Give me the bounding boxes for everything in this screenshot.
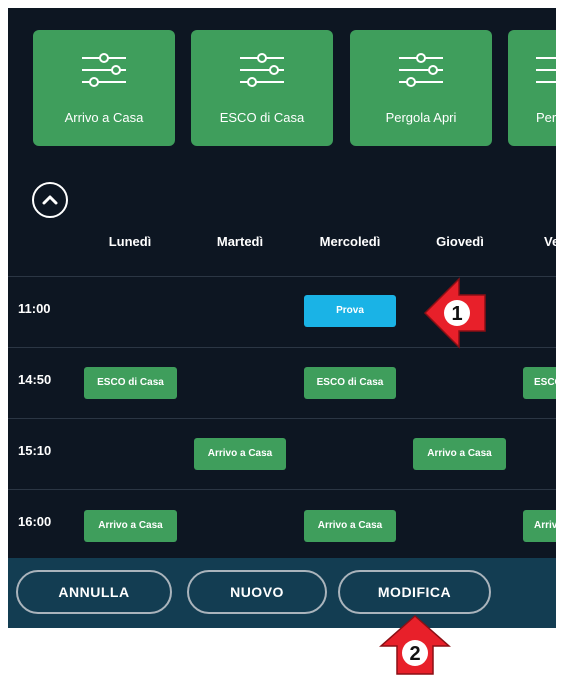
day-header: Martedì	[216, 234, 264, 249]
event-chip[interactable]: Arrivo a Casa	[413, 438, 506, 470]
event-chip[interactable]: Arrivo a Casa	[304, 510, 396, 542]
day-header: Ve	[544, 234, 556, 249]
event-chip[interactable]: Prova	[304, 295, 396, 327]
event-chip[interactable]: ESCO di Casa	[84, 367, 177, 399]
event-chip[interactable]: ESCO di Casa	[304, 367, 396, 399]
event-chip[interactable]: Arrivo a Casa	[194, 438, 286, 470]
collapse-button[interactable]	[32, 182, 68, 218]
scene-tiles: Arrivo a Casa ESCO di Casa Pergola Apri …	[8, 8, 556, 168]
event-chip[interactable]: Arrivo	[523, 510, 556, 542]
sliders-icon	[240, 53, 284, 87]
callout-arrow-2: 2	[379, 614, 451, 675]
day-header: Mercoledì	[319, 234, 381, 249]
scene-tile-label: Arrivo a Casa	[64, 110, 144, 125]
scene-tile-label: Perg	[536, 110, 556, 125]
scene-tile-esco-di-casa[interactable]: ESCO di Casa	[191, 30, 333, 146]
day-header: Lunedì	[108, 234, 152, 249]
scene-tile-label: Pergola Apri	[385, 110, 457, 125]
scene-tile-label: ESCO di Casa	[219, 110, 305, 125]
scene-tile-arrivo-a-casa[interactable]: Arrivo a Casa	[33, 30, 175, 146]
action-bar: ANNULLA NUOVO MODIFICA	[8, 558, 556, 628]
sliders-icon	[399, 53, 443, 87]
sliders-icon	[536, 57, 556, 83]
weekday-header: Lunedì Martedì Mercoledì Giovedì Ve	[8, 234, 556, 254]
scene-tile-pergola-partial[interactable]: Perg	[508, 30, 556, 146]
callout-number: 1	[451, 303, 462, 325]
event-chip[interactable]: ESCO	[523, 367, 556, 399]
schedule-row: 14:50 ESCO di Casa ESCO di Casa ESCO	[8, 347, 556, 418]
event-chip[interactable]: Arrivo a Casa	[84, 510, 177, 542]
cancel-button[interactable]: ANNULLA	[16, 570, 172, 614]
callout-arrow-1: 1	[423, 277, 486, 349]
scene-tile-pergola-apri[interactable]: Pergola Apri	[350, 30, 492, 146]
chevron-up-icon	[42, 195, 58, 205]
time-label: 11:00	[18, 301, 51, 316]
schedule-row: 15:10 Arrivo a Casa Arrivo a Casa	[8, 418, 556, 489]
schedule-row: 16:00 Arrivo a Casa Arrivo a Casa Arrivo	[8, 489, 556, 560]
time-label: 15:10	[18, 443, 52, 458]
new-button[interactable]: NUOVO	[187, 570, 327, 614]
callout-number: 2	[409, 643, 420, 665]
time-label: 16:00	[18, 514, 52, 529]
day-header: Giovedì	[436, 234, 484, 249]
time-label: 14:50	[18, 372, 52, 387]
sliders-icon	[82, 53, 126, 87]
edit-button[interactable]: MODIFICA	[338, 570, 491, 614]
